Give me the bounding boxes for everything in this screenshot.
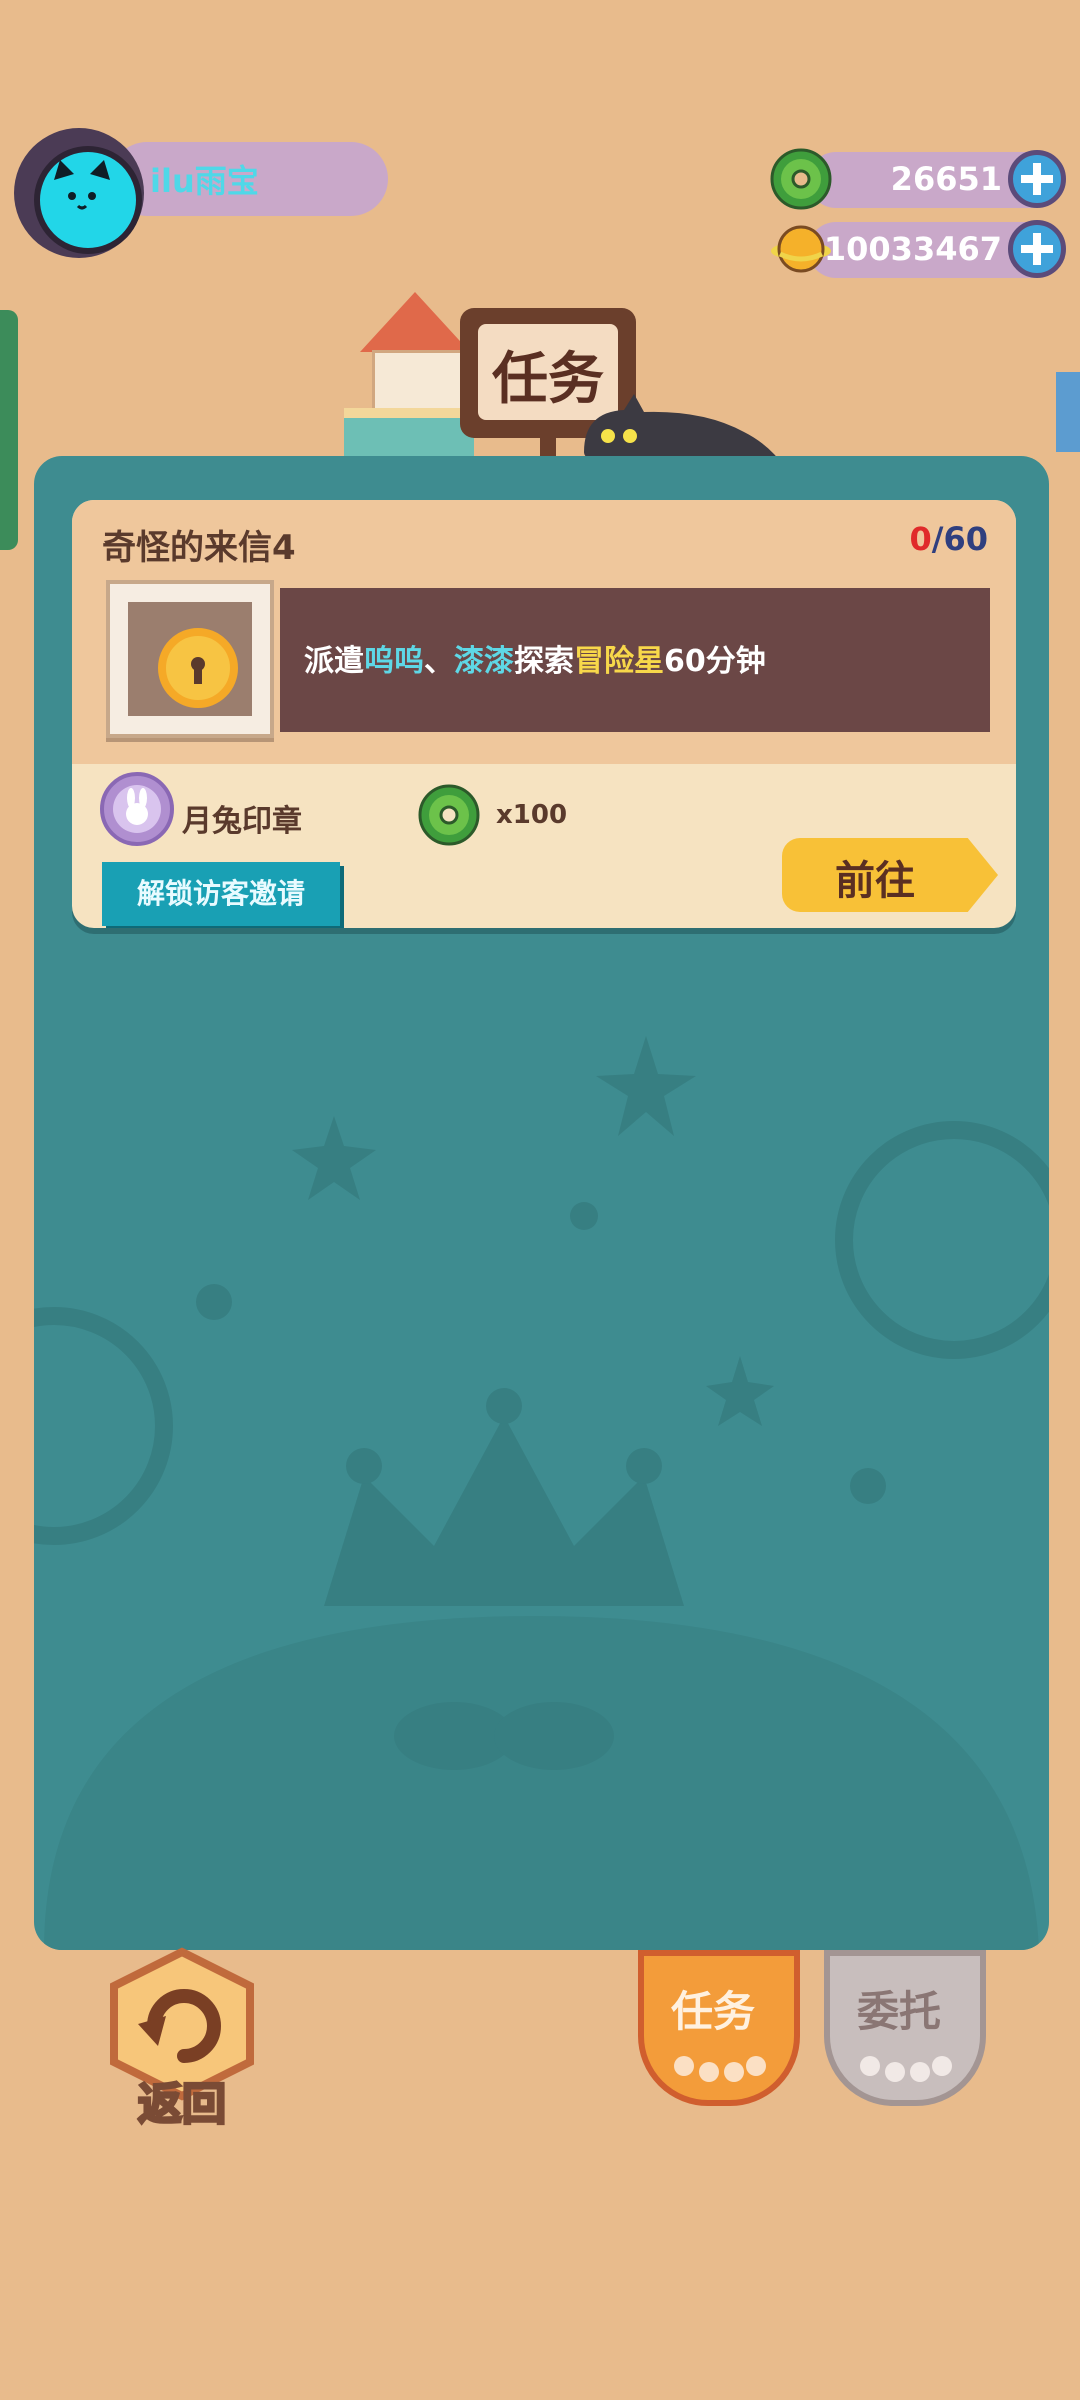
back-button-label[interactable]: 返回: [104, 2068, 260, 2132]
sign-post: [540, 436, 556, 456]
clock-icon: [158, 628, 238, 708]
tab-commission-label[interactable]: 委托: [818, 1978, 980, 2039]
add-planet-button[interactable]: [1008, 220, 1066, 278]
cat-face-icon: [54, 160, 110, 210]
left-edge-tab[interactable]: [0, 310, 18, 550]
player-name: ilu雨宝: [150, 162, 259, 200]
donut-coin-icon: [418, 784, 480, 846]
paw-icon: [860, 2056, 952, 2082]
task-description: 派遣呜呜、漆漆探索冒险星60分钟: [304, 644, 766, 679]
reward-label: 月兔印章: [182, 804, 302, 839]
paw-icon: [674, 2056, 766, 2082]
house-roof-decoration: [360, 292, 470, 352]
add-donut-button[interactable]: [1008, 150, 1066, 208]
task-card[interactable]: 奇怪的来信4 0/60 派遣呜呜、漆漆探索冒险星60分钟 月兔印章 x100 解…: [72, 500, 1016, 928]
house-decoration: [372, 350, 464, 416]
donut-coin-icon: [770, 148, 832, 210]
moon-rabbit-stamp-icon: [100, 772, 174, 846]
plus-icon: [1021, 163, 1053, 195]
task-progress: 0/60: [909, 520, 988, 558]
planet-coin-icon: [770, 218, 832, 280]
donut-currency-amount: 26651: [890, 160, 1002, 198]
go-button-label[interactable]: 前往: [782, 848, 968, 906]
tab-task-label[interactable]: 任务: [632, 1978, 794, 2039]
reward-quantity: x100: [496, 800, 568, 830]
right-edge-tab[interactable]: [1056, 372, 1080, 452]
task-title: 奇怪的来信4: [102, 528, 296, 568]
planet-currency-amount: 10033467: [823, 230, 1002, 268]
plus-icon: [1021, 233, 1053, 265]
unlock-visitor-invite-tag: 解锁访客邀请: [102, 862, 340, 926]
task-icon-frame: [106, 580, 274, 738]
task-icon-background: [128, 602, 252, 716]
avatar[interactable]: [34, 146, 142, 254]
